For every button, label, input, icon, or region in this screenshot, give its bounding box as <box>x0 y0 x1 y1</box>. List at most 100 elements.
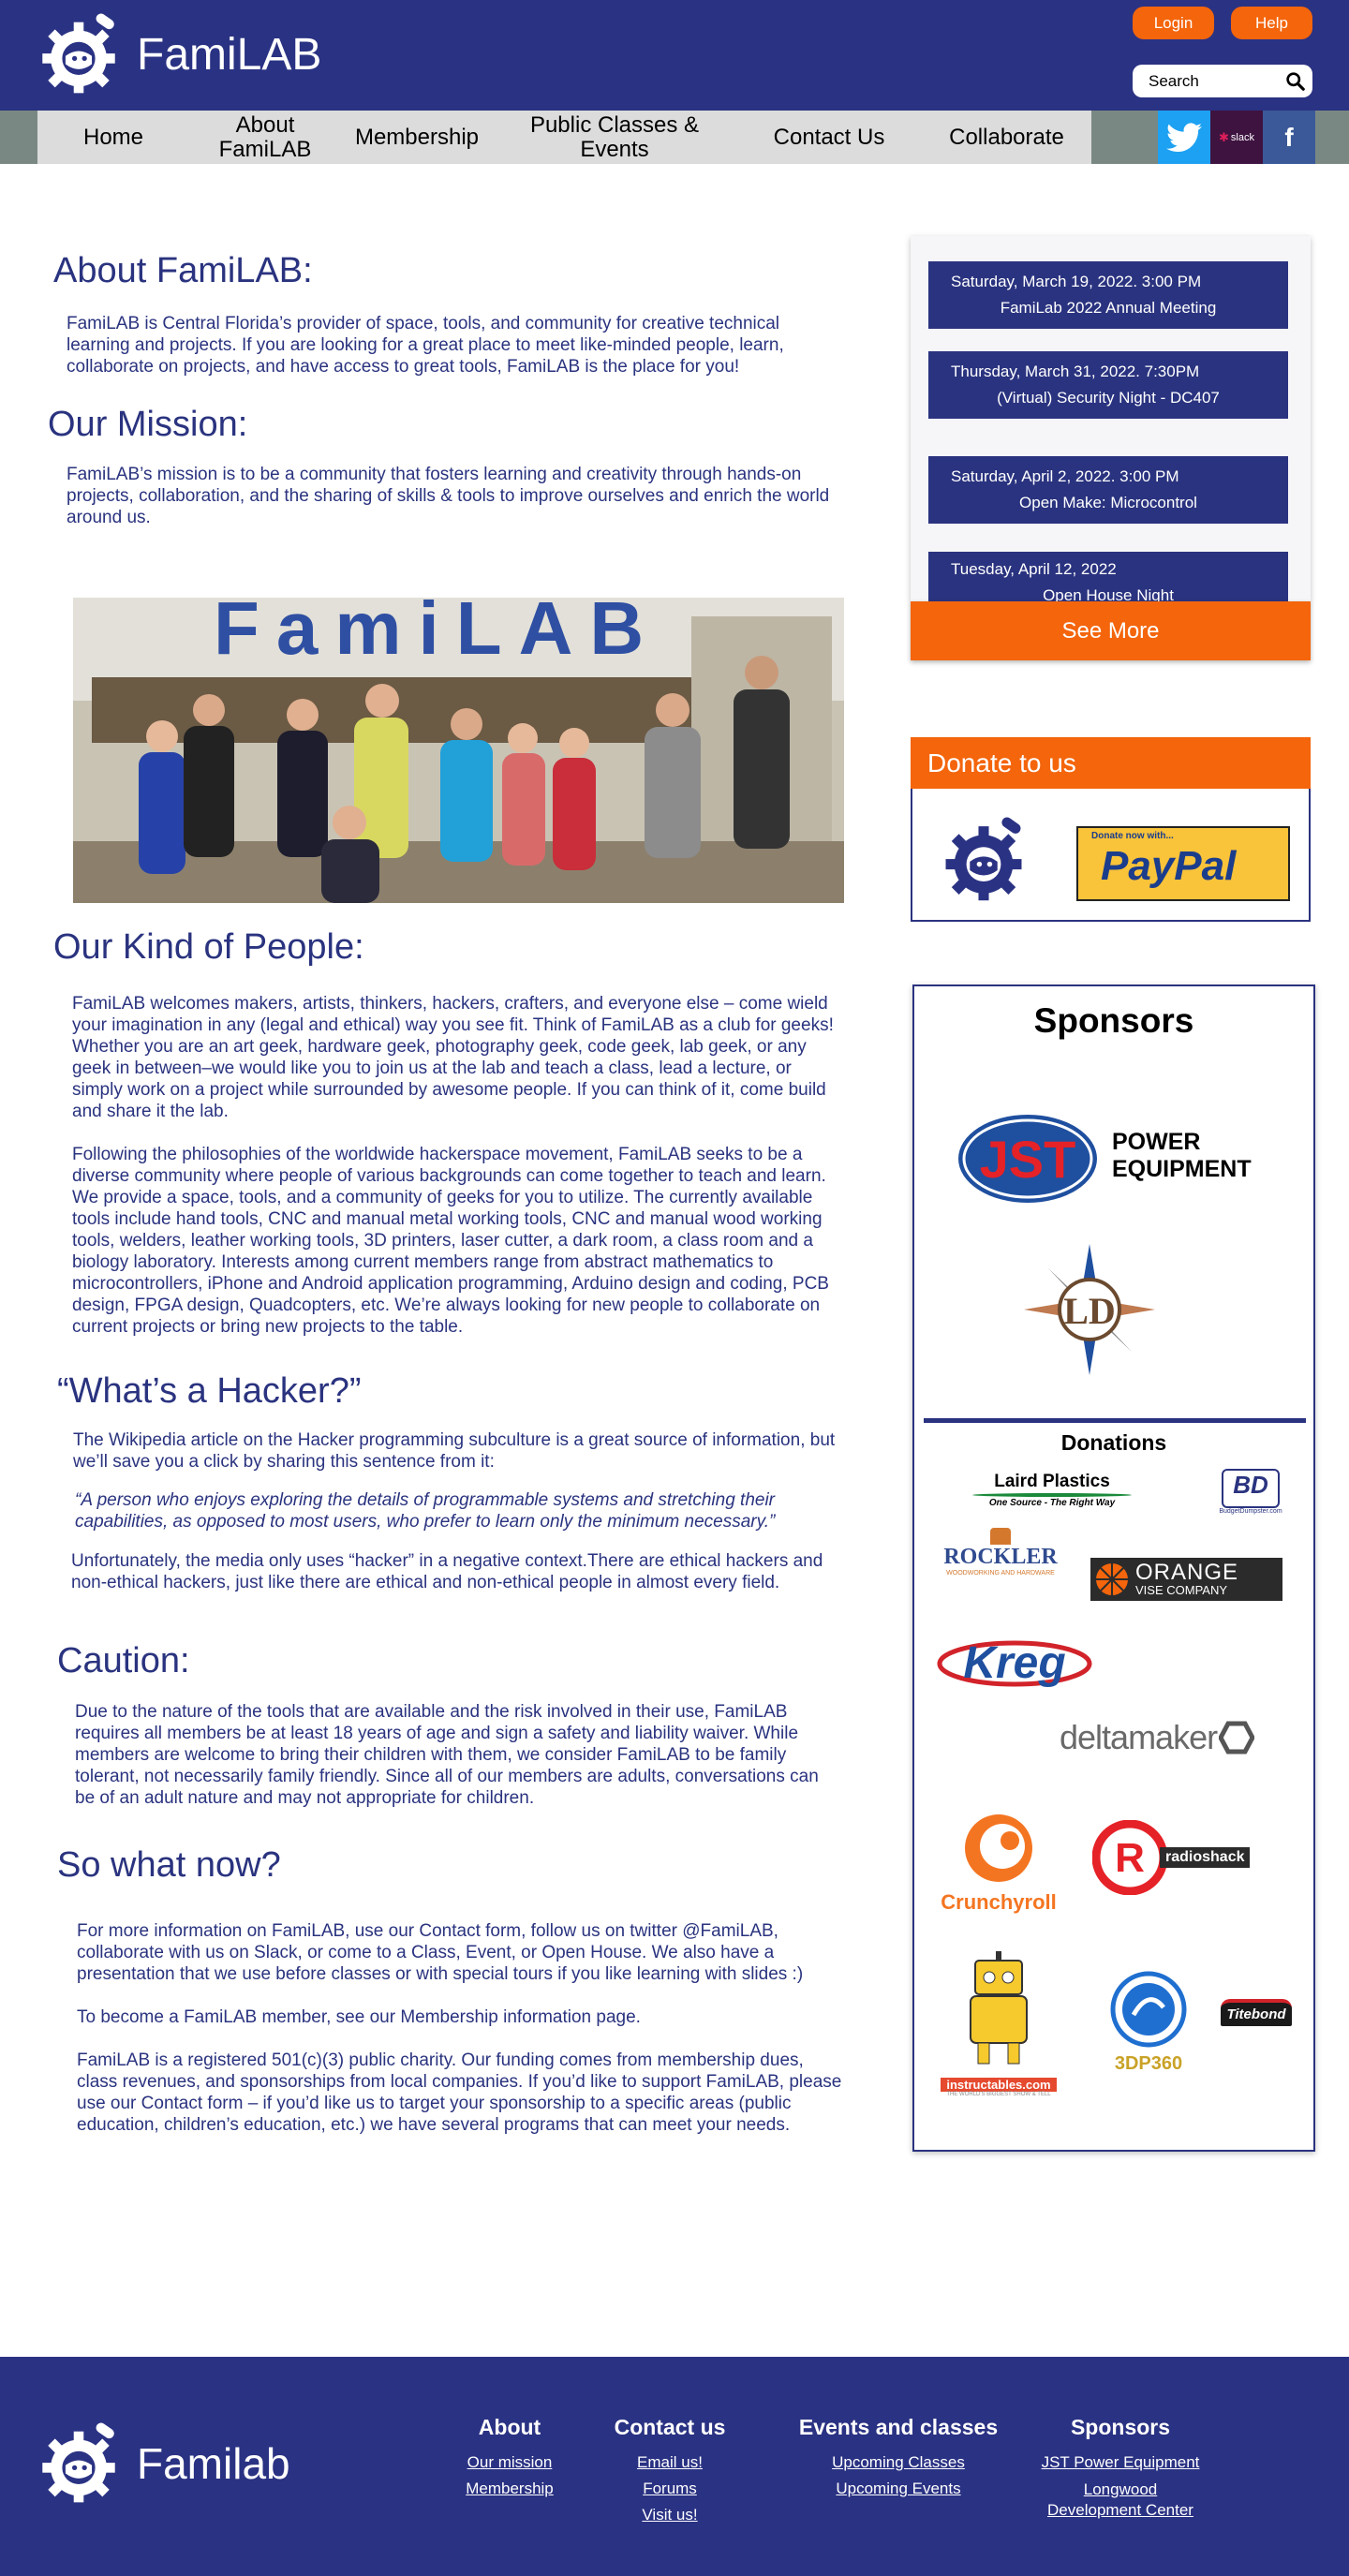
event-title: Open House Night <box>1043 586 1174 601</box>
site-header: FamiLAB Login Help <box>0 0 1349 111</box>
group-photo: FamiLAB <box>73 598 844 903</box>
footer-link-our-mission[interactable]: Our mission <box>452 2450 568 2476</box>
paypal-small-text: Donate now with... <box>1091 831 1174 841</box>
footer-link-visit[interactable]: Visit us! <box>600 2502 740 2528</box>
titebond-logo[interactable]: Titebond <box>1214 1993 1298 2031</box>
login-button[interactable]: Login <box>1133 7 1214 39</box>
gear-robot-logo-icon <box>945 817 1022 901</box>
facebook-link[interactable]: f <box>1263 111 1315 164</box>
footer-link-longwood[interactable]: Longwood Development Center <box>1027 2480 1214 2521</box>
budget-dumpster-logo[interactable]: BD BudgetDumpster.com <box>1208 1469 1293 1521</box>
donate-title: Donate to us <box>911 737 1311 789</box>
event-title: (Virtual) Security Night - DC407 <box>997 389 1220 407</box>
hacker-title: “What’s a Hacker?” <box>57 1371 362 1411</box>
footer-col-heading: About <box>478 2415 541 2439</box>
search-icon[interactable] <box>1285 71 1305 91</box>
hacker-intro: The Wikipedia article on the Hacker prog… <box>73 1430 836 1472</box>
nav-public-classes-events[interactable]: Public Classes & Events <box>493 111 736 164</box>
about-text: FamiLAB is Central Florida’s provider of… <box>67 314 784 377</box>
upcoming-events-panel: Saturday, March 19, 2022. 3:00 PM FamiLa… <box>911 236 1311 601</box>
search-input[interactable] <box>1149 71 1280 91</box>
jst-power-equipment-logo[interactable]: JST POWER EQUIPMENT <box>957 1112 1276 1206</box>
footer-link-upcoming-classes[interactable]: Upcoming Classes <box>794 2450 1002 2476</box>
footer-col-heading: Contact us <box>614 2415 726 2439</box>
people-paragraph-2: Following the philosophies of the worldw… <box>72 1145 829 1337</box>
radioshack-logo[interactable]: R radioshack <box>1092 1815 1280 1900</box>
slack-icon: ✱ slack <box>1219 129 1254 144</box>
people-paragraph-1: FamiLAB welcomes makers, artists, thinke… <box>72 994 834 1121</box>
event-title: FamiLab 2022 Annual Meeting <box>1000 299 1217 317</box>
sponsors-title: Sponsors <box>1033 1001 1194 1040</box>
site-footer: Familab About Our mission Membership Con… <box>0 2357 1349 2576</box>
orange-vise-logo[interactable]: ORANGE VISE COMPANY <box>1090 1558 1282 1601</box>
event-card[interactable]: Tuesday, April 12, 2022 Open House Night <box>928 552 1288 601</box>
footer-link-jst[interactable]: JST Power Equipment <box>1027 2450 1214 2476</box>
gear-robot-logo-icon <box>42 13 115 94</box>
svg-text:Kreg: Kreg <box>963 1638 1065 1688</box>
svg-text:R: R <box>1115 1835 1145 1881</box>
facebook-icon: f <box>1284 122 1294 152</box>
slack-link[interactable]: ✱ slack <box>1210 111 1263 164</box>
site-title: FamiLAB <box>137 29 322 80</box>
footer-link-membership[interactable]: Membership <box>452 2476 568 2502</box>
help-button[interactable]: Help <box>1231 7 1312 39</box>
nav-collaborate[interactable]: Collaborate <box>922 111 1091 164</box>
footer-link-upcoming-events[interactable]: Upcoming Events <box>794 2476 1002 2502</box>
photo-sign-text: FamiLAB <box>214 598 660 670</box>
event-date: Saturday, March 19, 2022. 3:00 PM <box>951 273 1202 290</box>
nav-about[interactable]: About FamiLAB <box>189 111 341 164</box>
kreg-logo[interactable]: Kreg <box>937 1635 1092 1693</box>
nav-contact-us[interactable]: Contact Us <box>736 111 922 164</box>
laird-plastics-logo[interactable]: Laird Plastics One Source - The Right Wa… <box>963 1472 1141 1515</box>
mission-text: FamiLAB’s mission is to be a community t… <box>67 465 830 527</box>
people-title: Our Kind of People: <box>53 927 364 967</box>
footer-col-events: Events and classes Upcoming Classes Upco… <box>794 2415 1002 2502</box>
hacker-outro: Unfortunately, the media only uses “hack… <box>71 1551 823 1592</box>
donations-title: Donations <box>1060 1430 1167 1455</box>
footer-col-heading: Events and classes <box>798 2415 999 2439</box>
see-more-button[interactable]: See More <box>911 601 1311 660</box>
crunchyroll-logo[interactable]: Crunchyroll <box>933 1811 1064 1914</box>
group-photo-image: FamiLAB <box>73 598 844 903</box>
sponsors-panel: Sponsors JST POWER EQUIPMENT LD Donation… <box>912 985 1315 2152</box>
nav-membership[interactable]: Membership <box>341 111 493 164</box>
rockler-logo[interactable]: ROCKLER WOODWORKING AND HARDWARE <box>935 1528 1066 1580</box>
slack-label: slack <box>1230 131 1254 143</box>
footer-col-sponsors: Sponsors JST Power Equipment Longwood De… <box>1027 2415 1214 2521</box>
event-date: Tuesday, April 12, 2022 <box>951 560 1117 578</box>
about-title: About FamiLAB: <box>53 251 313 290</box>
svg-text:LD: LD <box>1063 1290 1116 1332</box>
main-nav-bar: Home About FamiLAB Membership Public Cla… <box>0 111 1349 164</box>
main-nav: Home About FamiLAB Membership Public Cla… <box>37 111 1091 164</box>
jst-logo-icon: JST <box>958 1115 1097 1203</box>
nav-home[interactable]: Home <box>37 111 189 164</box>
search-box <box>1133 65 1312 97</box>
3dp360-logo[interactable]: 3DP360 <box>1092 1970 1205 2082</box>
whatnow-section: For more information on FamiLAB, use our… <box>77 1920 845 2157</box>
caution-text: Due to the nature of the tools that are … <box>75 1702 819 1808</box>
footer-link-forums[interactable]: Forums <box>600 2476 740 2502</box>
people-section: FamiLAB welcomes makers, artists, thinke… <box>72 993 842 1359</box>
event-card[interactable]: Saturday, March 19, 2022. 3:00 PM FamiLa… <box>928 261 1288 329</box>
event-date: Thursday, March 31, 2022. 7:30PM <box>951 363 1200 380</box>
footer-link-email[interactable]: Email us! <box>600 2450 740 2476</box>
jst-line-1: POWER <box>1112 1129 1201 1155</box>
site-logo[interactable]: FamiLAB <box>37 13 321 96</box>
footer-title: Familab <box>137 2439 290 2488</box>
twitter-link[interactable] <box>1158 111 1210 164</box>
donate-panel: Donate now with... PayPal <box>911 789 1311 922</box>
footer-col-contact: Contact us Email us! Forums Visit us! <box>600 2415 740 2528</box>
instructables-logo[interactable]: instructables.com THE WORLD'S BIGGEST SH… <box>933 1951 1064 2101</box>
deltamaker-logo[interactable]: deltamaker <box>1060 1717 1289 1758</box>
longwood-development-center-logo[interactable]: LD <box>1019 1239 1160 1380</box>
event-card[interactable]: Saturday, April 2, 2022. 3:00 PM Open Ma… <box>928 456 1288 524</box>
jst-line-2: EQUIPMENT <box>1112 1156 1252 1182</box>
paypal-donate-button[interactable]: Donate now with... PayPal <box>1076 826 1290 901</box>
event-card[interactable]: Thursday, March 31, 2022. 7:30PM (Virtua… <box>928 351 1288 419</box>
event-date: Saturday, April 2, 2022. 3:00 PM <box>951 467 1179 485</box>
whatnow-paragraph-3: FamiLAB is a registered 501(c)(3) public… <box>77 2050 842 2135</box>
footer-logo[interactable]: Familab <box>37 2422 290 2505</box>
donations-divider <box>924 1418 1306 1423</box>
gear-robot-logo-icon <box>42 2422 115 2503</box>
footer-col-about: About Our mission Membership <box>452 2415 568 2502</box>
